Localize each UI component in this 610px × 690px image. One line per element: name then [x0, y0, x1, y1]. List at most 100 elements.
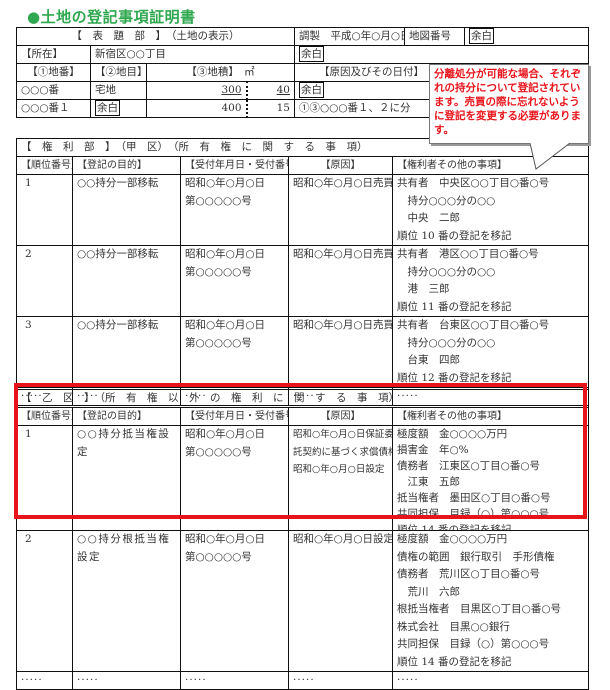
col-cause: 【原因】 [288, 407, 393, 426]
detail-line: 債務者 江東区○丁目○番○号 [397, 460, 540, 472]
rank-number: 1 [16, 174, 73, 246]
detail-line: 中央 二郎 [397, 212, 460, 224]
otsuku-heading: 【 乙 区 】 （所 有 権 以 外 の 権 利 に 関 す る 事 項） [15, 389, 590, 408]
col-purpose: 【登記の目的】 [72, 407, 181, 426]
col-rank: 【順位番号】 [16, 407, 73, 426]
location-note: 余白 [299, 46, 324, 62]
rank-number: 1 [16, 425, 73, 531]
col-chiseki: 【③地積】 ㎡ [146, 63, 295, 82]
receipt-number: 第○○○○○号 [185, 265, 252, 278]
map-number-label: 地図番号 [404, 27, 465, 46]
callout-pointer-icon [530, 143, 571, 170]
details: 共有者 台東区○○丁目○番○号 持分○○○分の○○ 台東 四郎 順位 12 番の… [391, 316, 590, 388]
rank-number: 3 [16, 316, 73, 388]
ellipsis: ····· [180, 671, 289, 690]
area-integer: 400 [146, 99, 248, 118]
detail-line: 共有者 中央区○○丁目○番○号 [397, 177, 550, 189]
chiban: ○○○番 [16, 81, 91, 100]
detail-line: 港 三郎 [397, 283, 450, 295]
receipt-date: 昭和○年○月○日 [185, 319, 265, 331]
hyodaibu-heading: 【 表 題 部 】 （土地の表示） [16, 27, 295, 46]
detail-line: 債権の範囲 銀行取引 手形債権 [397, 550, 555, 563]
map-number-value: 余白 [469, 28, 494, 44]
purpose: ○○持分抵当権設 [77, 428, 171, 440]
area-decimal: 40 [276, 84, 290, 96]
receipt-date: 昭和○年○月○日 [185, 428, 265, 440]
col-chimoku: 【②地目】 [90, 63, 147, 82]
purpose: ○○持分一部移転 [72, 174, 181, 246]
detail-line: 根抵当権者 目黒区○丁目○番○号 [397, 603, 561, 615]
cause: 昭和○年○月○日保証委 [293, 429, 393, 440]
receipt-number: 第○○○○○号 [185, 550, 252, 563]
details: 共有者 中央区○○丁目○番○号 持分○○○分の○○ 中央 二郎 順位 10 番の… [391, 174, 590, 246]
chimoku: 宅地 [90, 81, 147, 100]
details: 極度額 金○○○○万円 損害金 年○% 債務者 江東区○丁目○番○号 江東 五郎… [391, 425, 590, 531]
col-date: 【受付年月日・受付番号】 [180, 156, 289, 175]
ellipsis: ····· [391, 671, 590, 690]
detail-line: 持分○○○分の○○ [397, 265, 496, 278]
detail-line: 順位 14 番の登記を移記 [397, 655, 512, 668]
chiban: ○○○番１ [16, 99, 91, 118]
detail-line: 株式会社 目黒○○銀行 [397, 620, 510, 633]
purpose: ○○持分一部移転 [72, 245, 181, 317]
detail-line: 抵当権者 墨田区○丁目○番○号 [397, 492, 551, 504]
detail-line: 持分○○○分の○○ [397, 194, 496, 207]
rank-number: 2 [16, 245, 73, 317]
area-integer: 300 [221, 84, 242, 96]
ellipsis-row: ····· ····· ····· ····· ····· [16, 671, 590, 690]
receipt-number: 第○○○○○号 [185, 445, 252, 458]
detail-line: 荒川 六郎 [397, 585, 460, 598]
col-chiban: 【①地番】 [16, 63, 91, 82]
col-details: 【権利者その他の事項】 [391, 407, 590, 426]
table-row: 2 ○○持分根抵当権 設定 昭和○年○月○日 第○○○○○号 昭和○年○月○日設定 … [16, 530, 590, 672]
cause: 昭和○年○月○日売買 [288, 245, 393, 317]
detail-line: 極度額 金○○○○万円 [397, 533, 508, 545]
col-cause: 【原因】 [288, 156, 393, 175]
receipt-date: 昭和○年○月○日 [185, 177, 265, 189]
rank-number: 2 [16, 530, 73, 672]
col-date: 【受付年月日・受付番号】 [180, 407, 289, 426]
ellipsis: ····· [72, 671, 181, 690]
cause: 昭和○年○月○日売買 [288, 316, 393, 388]
ellipsis: ····· [16, 671, 73, 690]
details: 共有者 港区○○丁目○番○号 持分○○○分の○○ 港 三郎 順位 11 番の登記… [391, 245, 590, 317]
purpose: ○○持分一部移転 [72, 316, 181, 388]
otsuku-table: 【 乙 区 】 （所 有 権 以 外 の 権 利 に 関 す る 事 項） 【順… [15, 389, 590, 690]
detail-line: 債務者 荒川区○丁目○番○号 [397, 568, 540, 580]
detail-line: 順位 14 番の登記を移記 [397, 524, 512, 530]
detail-line: 江東 五郎 [397, 476, 460, 488]
details: 極度額 金○○○○万円 債権の範囲 銀行取引 手形債権 債務者 荒川区○丁目○番… [391, 530, 590, 672]
location-value: 新宿区○○丁目 [90, 45, 295, 64]
purpose: 設定 [77, 550, 101, 563]
document-title: ●土地の登記事項証明書 [27, 8, 196, 26]
col-purpose: 【登記の目的】 [72, 156, 181, 175]
detail-line: 共同担保 目録（○）第○○○号 [397, 508, 550, 520]
detail-line: 損害金 年○% [397, 444, 469, 456]
receipt-date: 昭和○年○月○日 [185, 248, 265, 260]
col-rank: 【順位番号】 [16, 156, 73, 175]
detail-line: 持分○○○分の○○ [397, 336, 496, 349]
chimoku: 余白 [95, 100, 120, 116]
detail-line: 共有者 台東区○○丁目○番○号 [397, 319, 550, 331]
detail-line: 共同担保 目録（○）第○○○号 [397, 638, 550, 650]
table-row: 1 ○○持分抵当権設定 昭和○年○月○日 第○○○○○号 昭和○年○月○日保証委 … [16, 425, 590, 531]
cause: 昭和○年○月○日設定 [293, 464, 385, 475]
detail-line: 順位 11 番の登記を移記 [397, 300, 512, 313]
cause: 託契約に基づく求償債権 [293, 446, 393, 458]
receipt-number: 第○○○○○号 [185, 194, 252, 207]
table-row: 2 ○○持分一部移転 昭和○年○月○日 第○○○○○号 昭和○年○月○日売買 共有… [16, 245, 590, 317]
kouku-table: 【 権 利 部 】 （甲 区） （所 有 権 に 関 す る 事 項） 【順位番… [15, 138, 590, 406]
table-row: 3 ○○持分一部移転 昭和○年○月○日 第○○○○○号 昭和○年○月○日売買 共有… [16, 316, 590, 388]
table-row: 1 ○○持分一部移転 昭和○年○月○日 第○○○○○号 昭和○年○月○日売買 共有… [16, 174, 590, 246]
cause: 余白 [299, 82, 324, 98]
cause: 昭和○年○月○日売買 [288, 174, 393, 246]
area-decimal: 15 [246, 99, 295, 118]
detail-line: 順位 10 番の登記を移記 [397, 229, 512, 242]
detail-line: 台東 四郎 [397, 354, 460, 366]
receipt-date: 昭和○年○月○日 [185, 533, 265, 545]
receipt-number: 第○○○○○号 [185, 336, 252, 349]
detail-line: 極度額 金○○○○万円 [397, 428, 508, 440]
detail-line: 順位 12 番の登記を移記 [397, 371, 512, 384]
location-label: 【所在】 [16, 45, 91, 64]
prepared-date: 調製 平成○年○月○日 [294, 27, 405, 46]
